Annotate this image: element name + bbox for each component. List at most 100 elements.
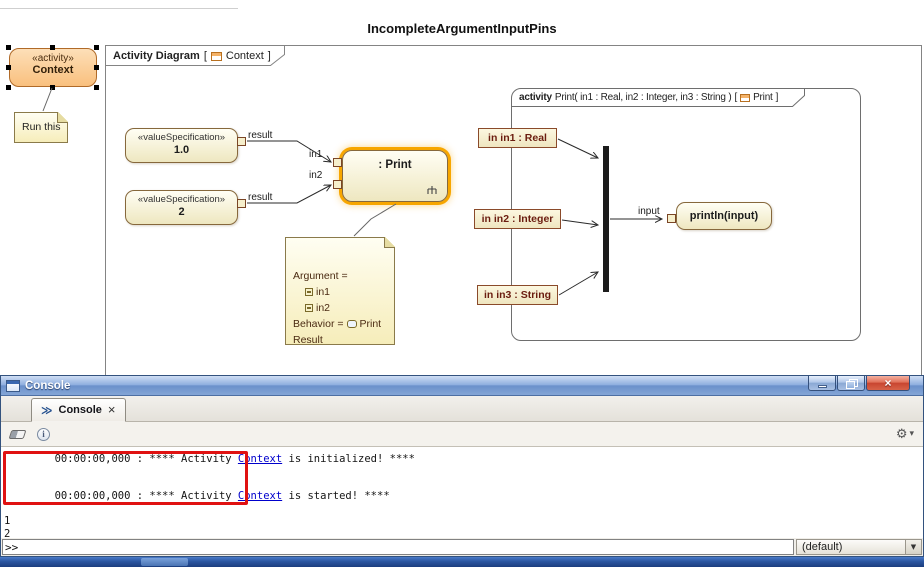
- pin-label-input: input: [638, 206, 660, 217]
- result-pin-2[interactable]: [237, 199, 246, 208]
- note-text: in1: [316, 284, 330, 300]
- note-fold: [384, 237, 395, 248]
- note-line: in1: [305, 284, 394, 300]
- minimize-button[interactable]: [808, 376, 836, 391]
- tab-close-icon[interactable]: ×: [108, 405, 116, 415]
- selection-handle[interactable]: [6, 85, 11, 90]
- console-mode-combo[interactable]: (default) ▼: [796, 539, 922, 555]
- pin-label-in2: in2: [309, 170, 322, 181]
- result-pin-1[interactable]: [237, 137, 246, 146]
- frame-signature: Print( in1 : Real, in2 : Integer, in3 : …: [555, 92, 732, 103]
- console-input-row: (default) ▼: [1, 538, 923, 556]
- clear-console-icon[interactable]: [9, 430, 27, 439]
- restore-icon: [846, 379, 857, 388]
- fork-node[interactable]: [603, 146, 609, 292]
- selection-handle[interactable]: [50, 45, 55, 50]
- console-titlebar[interactable]: Console ×: [1, 376, 923, 396]
- console-window-icon: [6, 380, 20, 392]
- context-activity-element[interactable]: «activity» Context: [9, 48, 97, 87]
- print-in1-pin[interactable]: [333, 158, 342, 167]
- info-icon[interactable]: i: [37, 428, 50, 441]
- close-icon: ×: [884, 378, 891, 388]
- print-in2-pin[interactable]: [333, 180, 342, 189]
- console-line-value: 1: [4, 515, 920, 528]
- print-call-behavior-action[interactable]: : Print: [342, 150, 448, 202]
- frame-keyword: activity: [519, 92, 552, 103]
- frame-ref-name: Print: [753, 92, 773, 103]
- println-input-pin[interactable]: [667, 214, 676, 223]
- background-window-edge: [0, 8, 238, 9]
- console-line-value: 2: [4, 528, 920, 539]
- param-node-in3[interactable]: in in3 : String: [477, 285, 558, 305]
- value-specification-1[interactable]: «valueSpecification» 1.0: [125, 128, 238, 163]
- note-text: Argument =: [293, 268, 348, 284]
- selection-handle[interactable]: [94, 85, 99, 90]
- element-name: Context: [10, 64, 96, 76]
- selection-handle[interactable]: [50, 85, 55, 90]
- run-this-note[interactable]: Run this: [14, 112, 68, 143]
- selection-handle[interactable]: [94, 65, 99, 70]
- pin-label-result-2: result: [248, 192, 272, 203]
- selection-handle[interactable]: [6, 65, 11, 70]
- note-text: in2: [316, 300, 330, 316]
- note-line: in2: [305, 300, 394, 316]
- line-text: is started! ****: [282, 490, 389, 502]
- note-fold: [57, 112, 68, 123]
- param-node-in1[interactable]: in in1 : Real: [478, 128, 557, 148]
- diagram-context-ref: Context: [226, 50, 264, 62]
- console-output[interactable]: 00:00:00,000 : **** Activity Context is …: [1, 447, 923, 538]
- frame-header: activity Print( in1 : Real, in2 : Intege…: [519, 89, 778, 106]
- stereotype-label: «activity»: [10, 53, 96, 64]
- note-line: Behavior = Print: [293, 316, 394, 332]
- minimize-icon: [818, 385, 827, 388]
- close-bracket: ]: [776, 92, 779, 103]
- screen: IncompleteArgumentInputPins Activity Dia…: [0, 0, 924, 567]
- close-button[interactable]: ×: [866, 376, 910, 391]
- behavior-icon: [347, 320, 357, 328]
- open-bracket: [: [204, 50, 207, 62]
- element-name: 2: [126, 206, 237, 218]
- highlight-red-box: [3, 451, 248, 505]
- input-pin-icon: [305, 304, 313, 312]
- action-name: : Print: [343, 159, 447, 171]
- taskbar-app-button[interactable]: [141, 558, 188, 566]
- toolbar-right-group: ⚙ ▾: [896, 427, 914, 442]
- diagram-type-label: Activity Diagram: [113, 50, 200, 62]
- value-specification-2[interactable]: «valueSpecification» 2: [125, 190, 238, 225]
- element-name: 1.0: [126, 144, 237, 156]
- note-text: Run this: [22, 121, 61, 133]
- close-bracket: ]: [268, 50, 271, 62]
- stereotype-label: «valueSpecification»: [126, 132, 237, 143]
- combo-dropdown-button[interactable]: ▼: [905, 540, 921, 554]
- println-action[interactable]: println(input): [676, 202, 772, 230]
- activity-diagram-icon: [211, 52, 222, 61]
- rake-icon: [426, 185, 438, 195]
- console-command-input[interactable]: [2, 539, 794, 555]
- note-text: Result: [293, 332, 323, 348]
- line-text: is initialized! ****: [282, 453, 415, 465]
- combo-selected-value: (default): [802, 541, 842, 553]
- console-tab-label: Console: [59, 404, 102, 416]
- console-tab[interactable]: ≫ Console ×: [31, 398, 126, 422]
- selection-handle[interactable]: [94, 45, 99, 50]
- pin-label-result-1: result: [248, 130, 272, 141]
- run-note-anchor-line[interactable]: [43, 88, 52, 111]
- note-text: Print: [360, 316, 382, 332]
- stereotype-label: «valueSpecification»: [126, 194, 237, 205]
- gear-icon[interactable]: ⚙: [896, 427, 908, 442]
- note-line: Argument =: [293, 268, 394, 284]
- diagram-title: IncompleteArgumentInputPins: [0, 21, 924, 36]
- param-node-in2[interactable]: in in2 : Integer: [474, 209, 561, 229]
- console-chevrons-icon: ≫: [41, 404, 53, 417]
- selection-handle[interactable]: [6, 45, 11, 50]
- argument-note[interactable]: Argument = in1 in2 Behavior = Print Resu…: [285, 237, 395, 345]
- note-line: Result: [293, 332, 394, 348]
- caret-down-icon: ▼: [911, 543, 916, 551]
- chevron-down-icon[interactable]: ▾: [909, 429, 914, 439]
- console-window-title: Console: [25, 380, 70, 392]
- diagram-frame-header[interactable]: Activity Diagram [ Context ]: [113, 46, 271, 66]
- windows-taskbar[interactable]: [0, 557, 924, 567]
- open-bracket: [: [734, 92, 737, 103]
- restore-button[interactable]: [837, 376, 865, 391]
- note-text: Behavior =: [293, 316, 344, 332]
